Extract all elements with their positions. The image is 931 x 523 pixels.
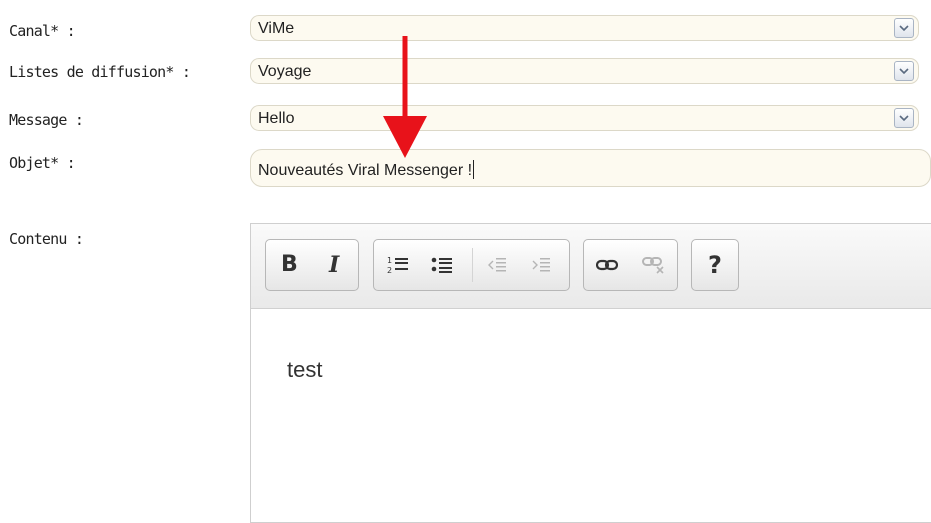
indent-button[interactable] [526, 240, 556, 290]
content-editor: B I 1 2 ? test [250, 223, 931, 523]
numbered-list-button[interactable]: 1 2 [383, 240, 413, 290]
list-group: 1 2 [373, 239, 570, 291]
canal-dropdown-button[interactable] [894, 18, 914, 38]
chevron-down-icon [899, 68, 909, 75]
bold-button[interactable]: B [274, 240, 304, 290]
outdent-icon [488, 258, 506, 272]
link-icon [596, 259, 618, 271]
listes-dropdown-button[interactable] [894, 61, 914, 81]
toolbar-separator [472, 248, 473, 282]
canal-select[interactable]: ViMe [250, 15, 919, 41]
contenu-label: Contenu : [9, 230, 84, 248]
numbered-list-icon: 1 2 [387, 256, 408, 275]
objet-value: Nouveautés Viral Messenger ! [258, 162, 473, 179]
link-button[interactable] [592, 240, 622, 290]
help-icon: ? [708, 251, 722, 279]
annotation-arrow-icon [383, 36, 427, 158]
unlink-button[interactable] [639, 240, 669, 290]
unlink-icon [642, 257, 664, 274]
italic-icon: I [329, 252, 340, 278]
message-value: Hello [258, 110, 295, 127]
canal-value: ViMe [258, 20, 295, 37]
message-select[interactable]: Hello [250, 105, 919, 131]
message-dropdown-button[interactable] [894, 108, 914, 128]
chevron-down-icon [899, 25, 909, 32]
listes-label: Listes de diffusion* : [9, 63, 191, 81]
message-label: Message : [9, 111, 84, 129]
bulleted-list-icon [431, 257, 452, 273]
help-group: ? [691, 239, 739, 291]
format-group: B I [265, 239, 359, 291]
chevron-down-icon [899, 115, 909, 122]
link-group [583, 239, 678, 291]
outdent-button[interactable] [482, 240, 512, 290]
text-caret [473, 160, 475, 179]
listes-value: Voyage [258, 63, 312, 80]
objet-label: Objet* : [9, 154, 76, 172]
objet-input[interactable]: Nouveautés Viral Messenger ! [250, 149, 931, 187]
indent-icon [532, 258, 550, 272]
canal-label: Canal* : [9, 22, 76, 40]
italic-button[interactable]: I [320, 240, 350, 290]
help-button[interactable]: ? [700, 240, 730, 290]
svg-text:1: 1 [387, 256, 392, 265]
editor-content[interactable]: test [287, 357, 322, 383]
listes-select[interactable]: Voyage [250, 58, 919, 84]
editor-toolbar: B I 1 2 ? [251, 224, 931, 309]
bulleted-list-button[interactable] [427, 240, 457, 290]
svg-text:2: 2 [387, 266, 392, 275]
bold-icon: B [281, 252, 298, 277]
